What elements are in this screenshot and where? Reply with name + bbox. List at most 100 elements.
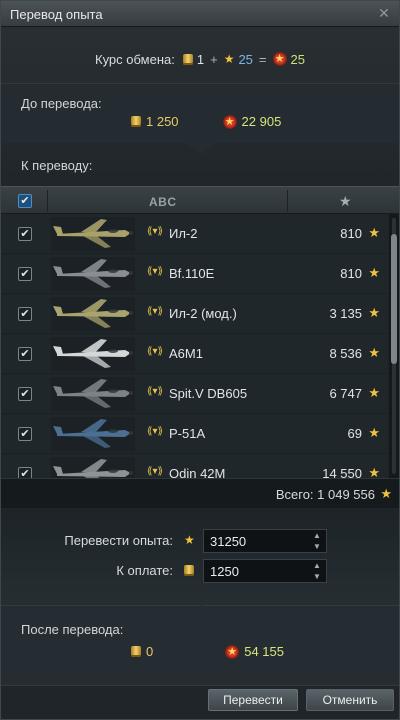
aircraft-image <box>51 297 135 331</box>
row-checkbox[interactable] <box>18 467 32 478</box>
transfer-amount-row: Перевести опыта: ★ ▲▼ <box>1 529 399 553</box>
aircraft-image <box>51 457 135 478</box>
list-item[interactable]: ⟪▾⟫ Bf.110E 810 ★ <box>1 254 387 294</box>
row-checkbox[interactable] <box>18 347 32 361</box>
row-checkbox[interactable] <box>18 227 32 241</box>
aircraft-xp: 69 <box>347 426 362 441</box>
divider-notch <box>185 605 217 615</box>
free-xp-star-icon: ★ <box>272 52 287 66</box>
list-item[interactable]: ⟪▾⟫ Ил-2 (мод.) 3 135 ★ <box>1 294 387 334</box>
gold-coin-icon <box>131 646 141 657</box>
after-free-xp: ★ 54 155 <box>225 644 284 659</box>
pay-amount-stepper[interactable]: ▲ ▼ <box>309 560 325 582</box>
scrollbar-thumb[interactable] <box>391 234 397 364</box>
before-transfer-label: До перевода: <box>21 96 102 111</box>
total-row: Всего: 1 049 556 ★ <box>1 478 399 508</box>
transfer-xp-dialog: Перевод опыта ✕ Курс обмена: 1 + ★ 25 = … <box>0 0 400 720</box>
list-item[interactable]: ⟪▾⟫ Ил-2 810 ★ <box>1 214 387 254</box>
before-transfer-panel: До перевода: 1 250 ★ 22 905 <box>1 83 399 143</box>
combat-xp-star-icon: ★ <box>184 533 195 547</box>
aircraft-name: Odin 42M <box>169 466 226 478</box>
list-item[interactable]: ⟪▾⟫ P-51A 69 ★ <box>1 414 387 454</box>
combat-xp-star-icon: ★ <box>368 425 380 440</box>
combat-xp-star-icon: ★ <box>368 345 380 360</box>
aircraft-image <box>51 217 135 251</box>
list-scrollbar[interactable] <box>389 214 399 478</box>
gold-coin-icon <box>184 565 194 576</box>
free-xp-star-icon: ★ <box>222 114 237 129</box>
list-item[interactable]: ⟪▾⟫ A6M1 8 536 ★ <box>1 334 387 374</box>
exchange-combat-xp: 25 <box>238 51 253 67</box>
aircraft-name: Spit.V DB605 <box>169 386 248 401</box>
free-xp-star-icon: ★ <box>225 644 240 659</box>
divider-notch <box>185 143 217 153</box>
exchange-free-xp: 25 <box>290 51 305 67</box>
aircraft-image <box>51 257 135 291</box>
cancel-button[interactable]: Отменить <box>306 689 394 711</box>
select-all-checkbox[interactable]: ✔ <box>18 194 32 208</box>
exchange-rate: Курс обмена: 1 + ★ 25 = ★ 25 <box>1 39 399 79</box>
list-item[interactable]: ⟪▾⟫ Spit.V DB605 6 747 ★ <box>1 374 387 414</box>
tier-badge-icon: ⟪▾⟫ <box>146 266 164 277</box>
after-transfer-values: 0 ★ 54 155 <box>131 644 284 659</box>
combat-xp-star-icon: ★ <box>368 385 380 400</box>
aircraft-name: Bf.110E <box>169 266 215 281</box>
tier-badge-icon: ⟪▾⟫ <box>146 386 164 397</box>
aircraft-xp: 810 <box>340 266 362 281</box>
combat-xp-star-icon: ★ <box>380 486 392 501</box>
list-item[interactable]: ⟪▾⟫ Odin 42M 14 550 ★ <box>1 454 387 478</box>
after-gold: 0 <box>131 644 153 659</box>
sort-by-name-header[interactable]: ABC <box>149 195 177 209</box>
table-header: ✔ ABC ★ <box>1 186 399 214</box>
equals-sign: = <box>258 51 267 67</box>
combat-xp-star-icon: ★ <box>368 225 380 240</box>
tier-badge-icon: ⟪▾⟫ <box>146 226 164 237</box>
before-gold-value: 1 250 <box>146 114 179 129</box>
title-bar[interactable]: Перевод опыта ✕ <box>1 1 399 27</box>
close-icon[interactable]: ✕ <box>375 4 393 22</box>
aircraft-name: Ил-2 <box>169 226 198 241</box>
aircraft-name: A6M1 <box>169 346 203 361</box>
before-transfer-values: 1 250 ★ 22 905 <box>131 114 281 129</box>
after-gold-value: 0 <box>146 644 154 659</box>
combat-xp-star-icon: ★ <box>368 265 380 280</box>
gold-coin-icon <box>131 116 141 127</box>
aircraft-image <box>51 337 135 371</box>
exchange-rate-label: Курс обмена: <box>95 51 175 67</box>
tier-badge-icon: ⟪▾⟫ <box>146 426 164 437</box>
aircraft-xp: 3 135 <box>329 306 362 321</box>
combat-xp-star-icon: ★ <box>223 52 235 66</box>
tier-badge-icon: ⟪▾⟫ <box>146 306 164 317</box>
tier-badge-icon: ⟪▾⟫ <box>146 466 164 477</box>
total-label: Всего: 1 049 556 <box>275 487 375 502</box>
transfer-amount-stepper[interactable]: ▲ ▼ <box>309 530 325 552</box>
aircraft-xp: 810 <box>340 226 362 241</box>
row-checkbox[interactable] <box>18 427 32 441</box>
dialog-footer: Перевести Отменить <box>1 685 399 719</box>
transfer-amount-label: Перевести опыта: <box>64 533 173 548</box>
plus-sign: + <box>210 51 218 67</box>
combat-xp-star-icon: ★ <box>368 465 380 478</box>
pay-amount-row: К оплате: ▲▼ <box>1 559 399 583</box>
dialog-title: Перевод опыта <box>10 7 103 22</box>
before-free-xp-value: 22 905 <box>241 114 282 129</box>
gold-coin-icon <box>182 53 193 65</box>
pay-amount-label: К оплате: <box>116 563 173 578</box>
after-free-xp-value: 54 155 <box>244 644 284 659</box>
row-checkbox[interactable] <box>18 387 32 401</box>
before-gold: 1 250 <box>131 114 179 129</box>
to-transfer-label: К переводу: <box>21 158 93 173</box>
combat-xp-star-icon: ★ <box>368 305 380 320</box>
aircraft-list[interactable]: ⟪▾⟫ Ил-2 810 ★ ⟪▾⟫ Bf.110E 810 ★ ⟪▾⟫ Ил-2 (мод.) 3… <box>1 214 399 478</box>
row-checkbox[interactable] <box>18 267 32 281</box>
transfer-button[interactable]: Перевести <box>208 689 298 711</box>
row-checkbox[interactable] <box>18 307 32 321</box>
tier-badge-icon: ⟪▾⟫ <box>146 346 164 357</box>
aircraft-name: Ил-2 (мод.) <box>169 306 237 321</box>
aircraft-name: P-51A <box>169 426 206 441</box>
before-free-xp: ★ 22 905 <box>222 114 282 129</box>
exchange-gold-amount: 1 <box>196 51 205 67</box>
aircraft-image <box>51 377 135 411</box>
sort-by-xp-star-icon[interactable]: ★ <box>339 193 352 210</box>
after-transfer-panel: После перевода: 0 ★ 54 155 <box>1 605 399 685</box>
